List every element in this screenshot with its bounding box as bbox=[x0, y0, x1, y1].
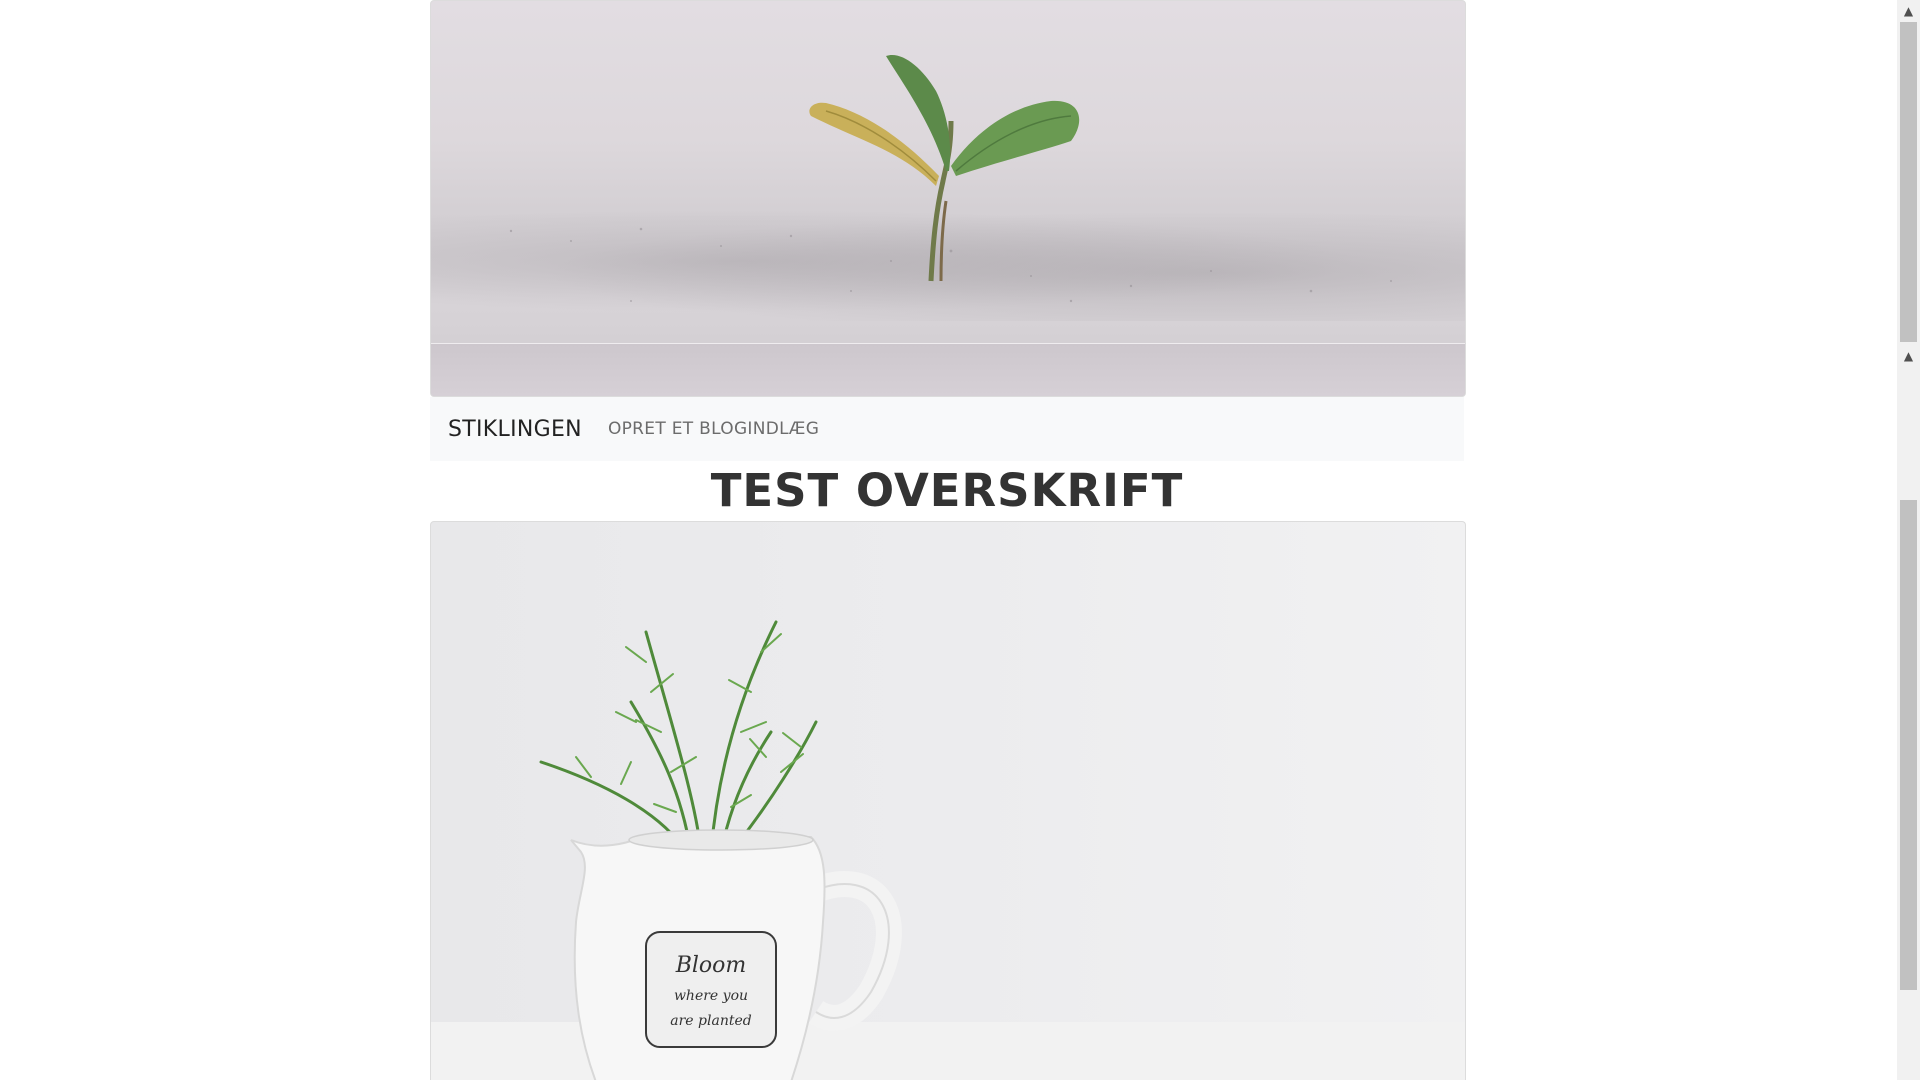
scroll-thumb-upper[interactable] bbox=[1900, 22, 1917, 342]
page: STIKLINGEN OPRET ET BLOGINDLÆG TEST OVER… bbox=[0, 0, 1897, 1080]
seedling-illustration bbox=[509, 55, 1392, 303]
brand-link[interactable]: STIKLINGEN bbox=[448, 417, 582, 442]
scroll-thumb-lower[interactable] bbox=[1900, 500, 1917, 990]
post-image-plant-pitcher: Bloom where you are planted bbox=[430, 521, 1466, 1080]
pitcher-illustration: Bloom where you are planted bbox=[431, 620, 1465, 1080]
vertical-scrollbar[interactable]: ▲ ▲ bbox=[1897, 0, 1920, 1080]
nav-link-create-post[interactable]: OPRET ET BLOGINDLÆG bbox=[608, 419, 819, 439]
pitcher-label-line-3: are planted bbox=[670, 1013, 751, 1029]
navbar: STIKLINGEN OPRET ET BLOGINDLÆG bbox=[430, 397, 1464, 461]
hero-image-seedling bbox=[430, 0, 1466, 397]
pitcher-label-line-1: Bloom bbox=[675, 953, 747, 978]
scroll-down-arrow-icon[interactable]: ▲ bbox=[1897, 345, 1920, 367]
post-title: TEST OVERSKRIFT bbox=[710, 464, 1184, 517]
pitcher-label-line-2: where you bbox=[674, 988, 748, 1004]
scroll-up-arrow-icon[interactable]: ▲ bbox=[1897, 0, 1920, 22]
blog-content: STIKLINGEN OPRET ET BLOGINDLÆG TEST OVER… bbox=[430, 0, 1466, 1080]
